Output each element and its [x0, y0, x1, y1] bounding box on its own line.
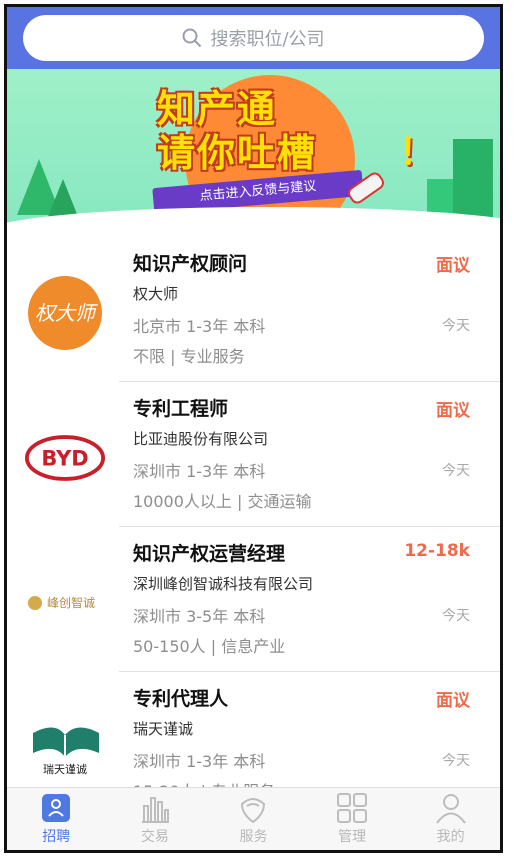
app-frame: 搜索职位/公司 知产通 请你吐槽 ！ 点击进入反馈与建议 权大师 知识产权顾问 … — [4, 4, 503, 853]
job-salary: 面议 — [436, 691, 470, 711]
person-icon — [435, 794, 466, 824]
job-title: 知识产权运营经理 — [133, 543, 286, 565]
svg-text:瑞天谨诚: 瑞天谨诚 — [43, 762, 87, 776]
tab-label: 招聘 — [42, 829, 71, 845]
company-tags: 15-20人 | 专业服务 — [133, 778, 275, 787]
quandashi-logo-icon: 权大师 — [28, 276, 102, 350]
grid-icon — [337, 793, 368, 823]
job-item[interactable]: 瑞天谨诚 专利代理人 面议 瑞天谨诚 深圳市 1-3年 本科 今天 15-20人… — [7, 672, 500, 787]
company-logo: 权大师 — [25, 273, 105, 353]
job-list: 权大师 知识产权顾问 面议 权大师 北京市 1-3年 本科 今天 不限 | 专业… — [7, 237, 500, 787]
job-salary: 面议 — [436, 256, 470, 276]
company-tags: 50-150人 | 信息产业 — [133, 637, 286, 656]
tab-mine[interactable]: 我的 — [401, 788, 500, 850]
tab-label: 交易 — [140, 829, 169, 845]
byd-logo-icon: BYD — [25, 435, 105, 481]
hands-icon — [241, 798, 266, 824]
recruit-icon — [42, 794, 71, 822]
job-item[interactable]: BYD 专利工程师 面议 比亚迪股份有限公司 深圳市 1-3年 本科 今天 10… — [7, 382, 500, 527]
company-name: 比亚迪股份有限公司 — [133, 430, 269, 448]
banner-title: 知产通 请你吐槽 — [157, 87, 417, 175]
job-title: 专利代理人 — [133, 688, 229, 710]
tab-manage[interactable]: 管理 — [303, 788, 402, 850]
post-date: 今天 — [442, 318, 470, 334]
search-input[interactable]: 搜索职位/公司 — [23, 15, 484, 61]
job-salary: 面议 — [436, 401, 470, 421]
svg-text:权大师: 权大师 — [35, 301, 98, 325]
company-name: 深圳峰创智诚科技有限公司 — [133, 575, 314, 593]
company-logo: 峰创智诚 — [25, 563, 105, 643]
banner-exclaim: ！ — [399, 132, 436, 173]
tab-label: 管理 — [338, 829, 367, 845]
tab-label: 服务 — [239, 829, 268, 845]
svg-text:峰创智诚: 峰创智诚 — [47, 595, 95, 610]
hill-shape — [7, 207, 500, 237]
company-name: 权大师 — [133, 285, 179, 303]
search-placeholder: 搜索职位/公司 — [210, 29, 325, 50]
svg-text:BYD: BYD — [41, 447, 88, 471]
tab-trade[interactable]: 交易 — [106, 788, 205, 850]
chart-icon — [141, 797, 169, 823]
job-meta: 深圳市 1-3年 本科 — [133, 462, 266, 481]
job-meta: 北京市 1-3年 本科 — [133, 317, 266, 336]
company-name: 瑞天谨诚 — [133, 720, 194, 738]
company-logo: BYD — [25, 418, 105, 498]
tab-label: 我的 — [436, 829, 465, 845]
bottom-tab-bar: 招聘 交易 服务 管理 我的 — [7, 787, 500, 850]
company-tags: 10000人以上 | 交通运输 — [133, 492, 312, 511]
search-icon — [182, 28, 202, 48]
fengchuang-logo-icon: 峰创智诚 — [28, 595, 95, 610]
banner-title-line1: 知产通 — [157, 87, 278, 131]
ruitian-logo-icon: 瑞天谨诚 — [33, 727, 99, 776]
company-tags: 不限 | 专业服务 — [133, 347, 245, 366]
post-date: 今天 — [442, 608, 470, 624]
job-salary: 12-18k — [404, 541, 470, 561]
job-title: 专利工程师 — [133, 398, 229, 420]
post-date: 今天 — [442, 463, 470, 479]
job-item[interactable]: 峰创智诚 知识产权运营经理 12-18k 深圳峰创智诚科技有限公司 深圳市 3-… — [7, 527, 500, 672]
top-bar: 搜索职位/公司 — [7, 7, 500, 69]
banner-title-line2: 请你吐槽 — [157, 131, 318, 175]
job-meta: 深圳市 1-3年 本科 — [133, 752, 266, 771]
job-item[interactable]: 权大师 知识产权顾问 面议 权大师 北京市 1-3年 本科 今天 不限 | 专业… — [7, 237, 500, 382]
tab-recruit[interactable]: 招聘 — [7, 788, 106, 850]
job-title: 知识产权顾问 — [133, 253, 248, 275]
feedback-banner[interactable]: 知产通 请你吐槽 ！ 点击进入反馈与建议 — [7, 69, 500, 237]
tab-service[interactable]: 服务 — [204, 788, 303, 850]
job-meta: 深圳市 3-5年 本科 — [133, 607, 266, 626]
post-date: 今天 — [442, 753, 470, 769]
company-logo: 瑞天谨诚 — [25, 708, 105, 787]
